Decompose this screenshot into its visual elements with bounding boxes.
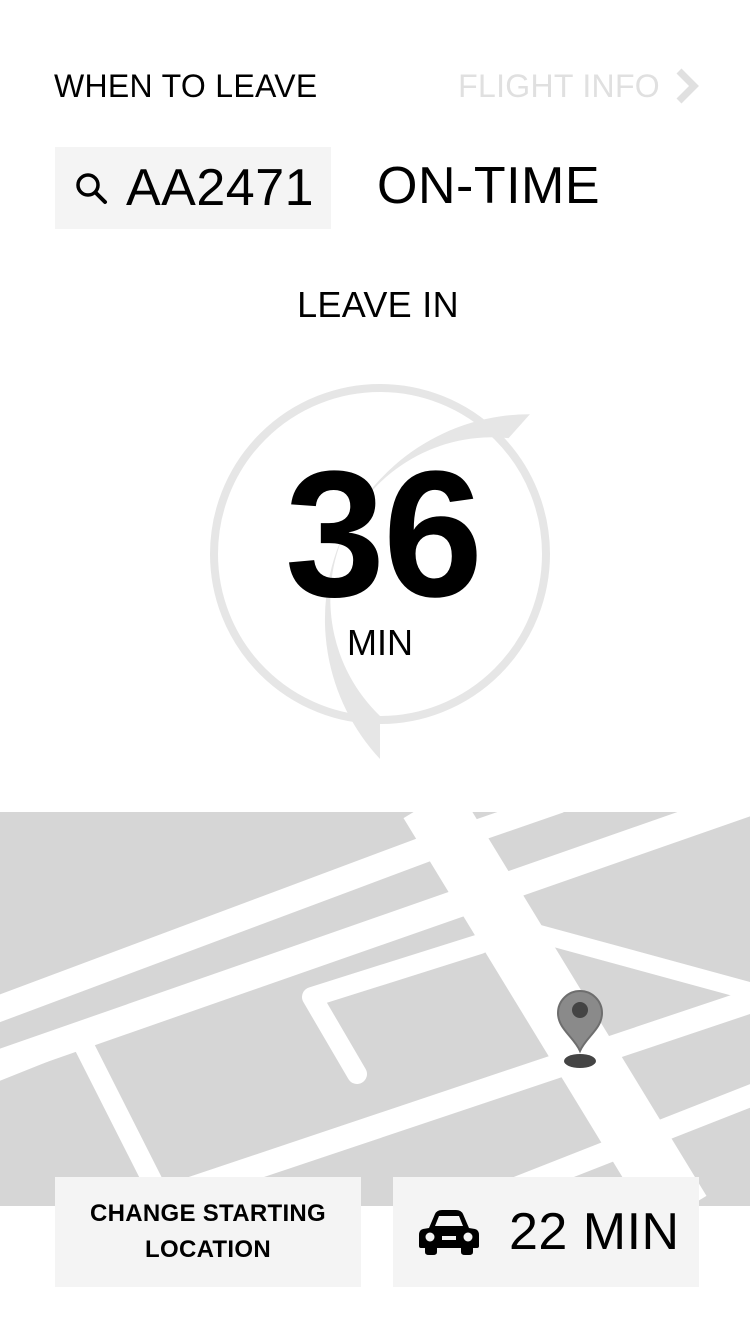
travel-time-box: 22 MIN xyxy=(393,1177,699,1287)
map-view[interactable] xyxy=(0,812,750,1206)
search-icon xyxy=(76,173,107,204)
flight-info-label: FLIGHT INFO xyxy=(458,67,660,104)
flight-info-link[interactable]: FLIGHT INFO xyxy=(458,66,702,106)
travel-time-value: 22 MIN xyxy=(509,1203,680,1261)
screen-title: WHEN TO LEAVE xyxy=(54,68,318,104)
countdown-value: 36 xyxy=(284,434,483,635)
countdown-unit: MIN xyxy=(347,622,413,663)
flight-status: ON-TIME xyxy=(377,157,601,215)
change-location-label: CHANGE STARTING LOCATION xyxy=(89,1200,327,1263)
change-starting-location-button[interactable]: CHANGE STARTING LOCATION xyxy=(55,1177,361,1287)
map-pin-icon[interactable] xyxy=(552,985,608,1071)
flight-search-field[interactable]: AA2471 xyxy=(55,147,331,229)
chevron-right-icon xyxy=(676,68,699,104)
flight-number: AA2471 xyxy=(126,159,315,217)
car-icon xyxy=(419,1210,479,1255)
leave-in-label: LEAVE IN xyxy=(297,284,459,325)
